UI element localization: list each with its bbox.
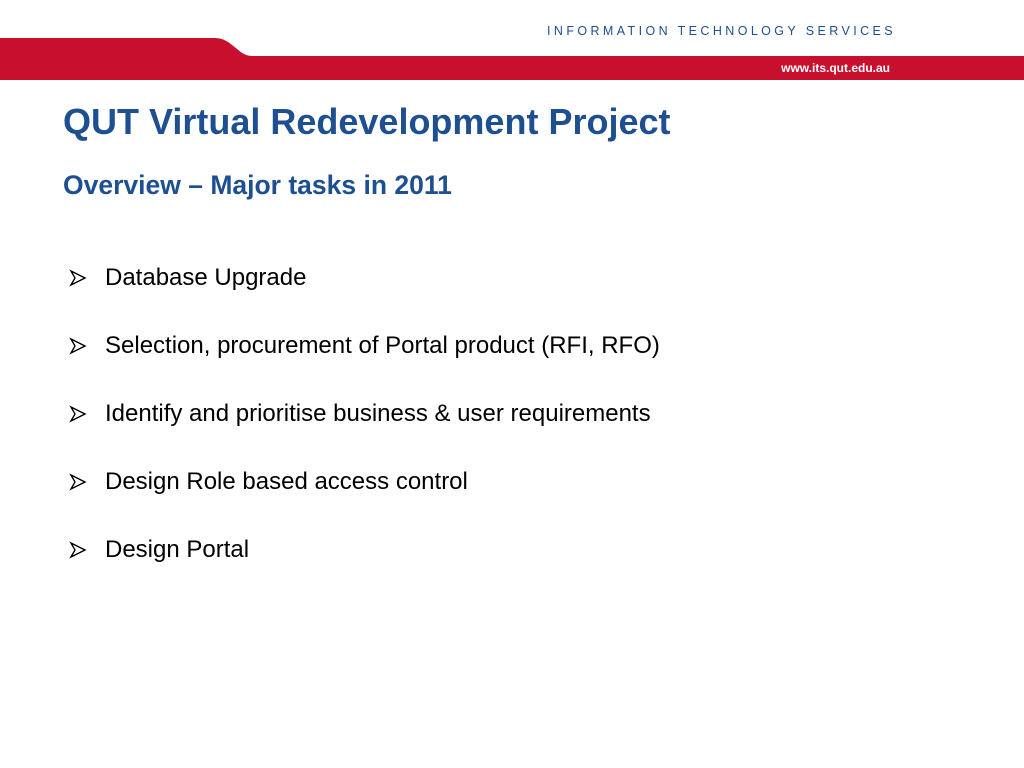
bullet-text: Database Upgrade <box>105 264 307 291</box>
slide-subtitle: Overview – Major tasks in 2011 <box>63 170 452 200</box>
arrow-bullet-icon <box>69 473 87 491</box>
arrow-bullet-icon <box>69 541 87 559</box>
bullet-text: Design Role based access control <box>105 468 468 495</box>
arrow-bullet-icon <box>69 337 87 355</box>
arrow-bullet-icon <box>69 269 87 287</box>
list-item: Identify and prioritise business & user … <box>63 398 660 430</box>
arrow-bullet-icon <box>69 405 87 423</box>
list-item: Design Portal <box>63 534 660 566</box>
bullet-text: Design Portal <box>105 536 250 563</box>
list-item: Design Role based access control <box>63 466 660 498</box>
bullet-text: Identify and prioritise business & user … <box>105 400 651 427</box>
website-url: www.its.qut.edu.au <box>781 61 890 75</box>
list-item: Selection, procurement of Portal product… <box>63 330 660 362</box>
list-item: Database Upgrade <box>63 262 660 294</box>
bullet-text: Selection, procurement of Portal product… <box>105 332 660 359</box>
bullet-list: Database Upgrade Selection, procurement … <box>63 262 660 602</box>
department-label: INFORMATION TECHNOLOGY SERVICES <box>547 24 896 38</box>
header-banner <box>0 38 1024 80</box>
slide: INFORMATION TECHNOLOGY SERVICES www.its.… <box>0 0 1024 768</box>
slide-title: QUT Virtual Redevelopment Project <box>63 101 671 142</box>
